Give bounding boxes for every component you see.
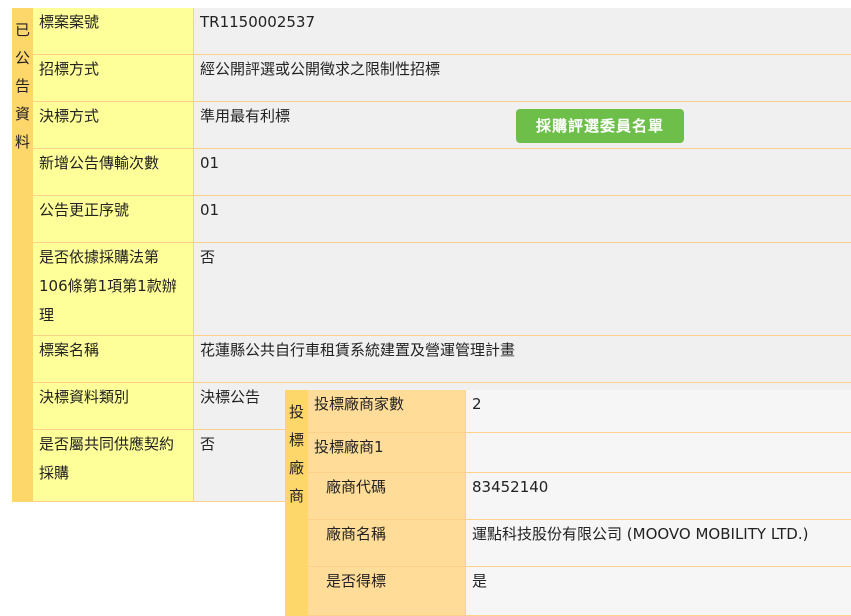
row-label: 決標資料類別 bbox=[33, 383, 193, 430]
row-value: 83452140 bbox=[465, 473, 851, 520]
row-correction-number: 公告更正序號 01 bbox=[33, 196, 851, 243]
row-label: 廠商代碼 bbox=[308, 473, 465, 520]
row-value: 2 bbox=[465, 390, 851, 433]
row-value: 運點科技股份有限公司 (MOOVO MOBILITY LTD.) bbox=[465, 520, 851, 567]
row-label: 招標方式 bbox=[33, 55, 193, 102]
row-value: 01 bbox=[193, 196, 851, 243]
row-tender-method: 招標方式 經公開評選或公開徵求之限制性招標 bbox=[33, 55, 851, 102]
row-value: 否 bbox=[193, 243, 851, 336]
row-bidder-1: 投標廠商1 bbox=[308, 433, 851, 473]
side-char: 資 bbox=[14, 105, 30, 123]
row-awarded: 是否得標 是 bbox=[308, 567, 851, 616]
bidder-info-panel: 投 標 廠 商 投標廠商家數 2 投標廠商1 廠商代碼 83452140 廠商名… bbox=[285, 390, 851, 616]
row-label: 標案名稱 bbox=[33, 336, 193, 383]
row-label: 標案案號 bbox=[33, 8, 193, 55]
side-char: 告 bbox=[14, 77, 30, 95]
row-value: 花蓮縣公共自行車租賃系統建置及營運管理計畫 bbox=[193, 336, 851, 383]
side-char: 已 bbox=[14, 21, 30, 39]
row-tender-name: 標案名稱 花蓮縣公共自行車租賃系統建置及營運管理計畫 bbox=[33, 336, 851, 383]
row-label: 投標廠商1 bbox=[308, 433, 465, 473]
row-value: 準用最有利標 採購評選委員名單 bbox=[193, 102, 851, 149]
row-label: 廠商名稱 bbox=[308, 520, 465, 567]
side-char: 商 bbox=[288, 487, 304, 505]
row-vendor-code: 廠商代碼 83452140 bbox=[308, 473, 851, 520]
row-award-method: 決標方式 準用最有利標 採購評選委員名單 bbox=[33, 102, 851, 149]
row-value: TR1150002537 bbox=[193, 8, 851, 55]
row-vendor-name: 廠商名稱 運點科技股份有限公司 (MOOVO MOBILITY LTD.) bbox=[308, 520, 851, 567]
row-transmission-count: 新增公告傳輸次數 01 bbox=[33, 149, 851, 196]
side-char: 標 bbox=[288, 431, 304, 449]
row-label: 新增公告傳輸次數 bbox=[33, 149, 193, 196]
row-value: 01 bbox=[193, 149, 851, 196]
side-char: 料 bbox=[14, 133, 30, 151]
row-bidder-count: 投標廠商家數 2 bbox=[308, 390, 851, 433]
committee-list-button[interactable]: 採購評選委員名單 bbox=[516, 109, 684, 143]
side-char: 投 bbox=[288, 403, 304, 421]
bidder-info-side-label: 投 標 廠 商 bbox=[285, 390, 308, 616]
row-label: 投標廠商家數 bbox=[308, 390, 465, 433]
row-label: 是否依據採購法第106條第1項第1款辦理 bbox=[33, 243, 193, 336]
row-value: 經公開評選或公開徵求之限制性招標 bbox=[193, 55, 851, 102]
row-value: 是 bbox=[465, 567, 851, 616]
row-tender-number: 標案案號 TR1150002537 bbox=[33, 8, 851, 55]
row-label: 是否得標 bbox=[308, 567, 465, 616]
row-article-106: 是否依據採購法第106條第1項第1款辦理 否 bbox=[33, 243, 851, 336]
row-label: 是否屬共同供應契約採購 bbox=[33, 430, 193, 502]
side-char: 廠 bbox=[288, 459, 304, 477]
row-label: 決標方式 bbox=[33, 102, 193, 149]
row-label: 公告更正序號 bbox=[33, 196, 193, 243]
row-value bbox=[465, 433, 851, 473]
announced-info-side-label: 已 公 告 資 料 bbox=[12, 8, 33, 502]
side-char: 公 bbox=[14, 49, 30, 67]
